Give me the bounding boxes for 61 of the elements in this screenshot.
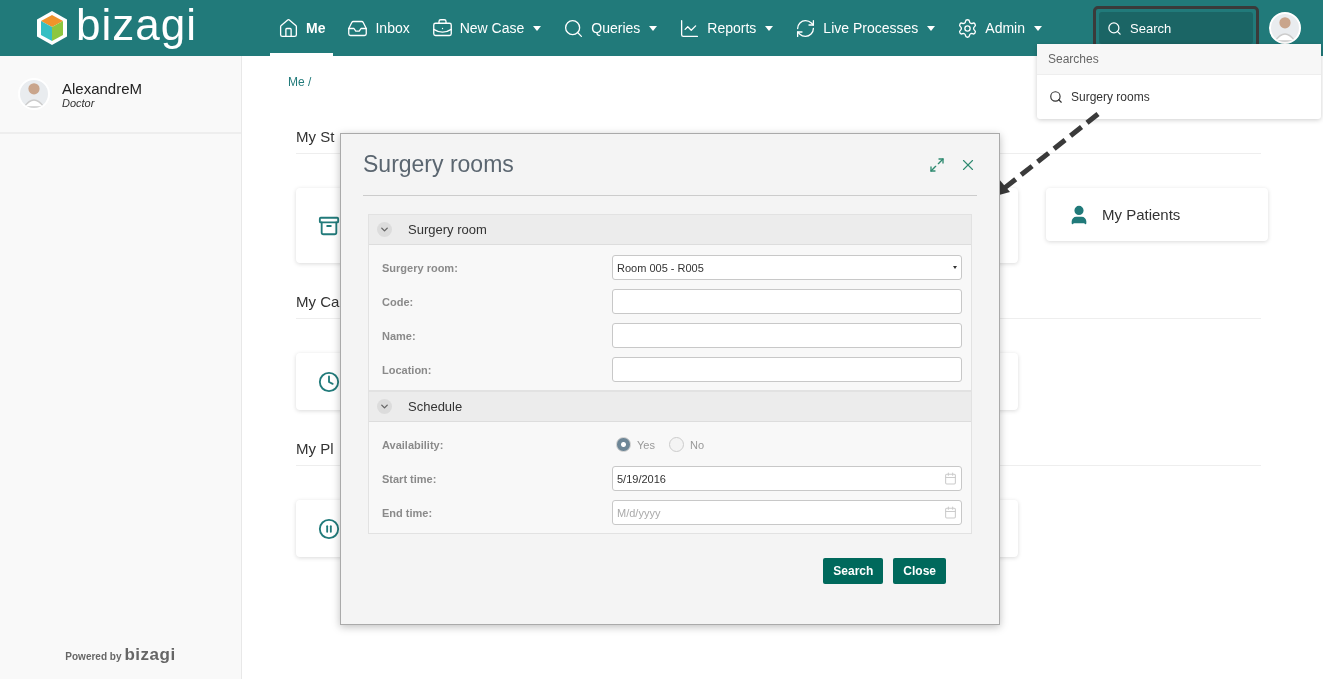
- clock-icon: [318, 370, 340, 393]
- settings-icon: [957, 17, 979, 39]
- expand-icon: [929, 156, 945, 173]
- maximize-button[interactable]: [929, 156, 945, 173]
- caret-icon: [649, 25, 658, 31]
- recent-search-item[interactable]: Surgery rooms: [1037, 75, 1321, 119]
- field-label: Surgery room:: [382, 261, 459, 274]
- group-header[interactable]: Surgery room: [369, 215, 971, 245]
- caret-icon: [1034, 25, 1042, 31]
- input-field[interactable]: [612, 357, 962, 382]
- search-icon: [1107, 20, 1122, 36]
- field-label: Location:: [382, 363, 433, 376]
- logo-text: bizagi: [76, 3, 197, 47]
- select-field[interactable]: Room 005 - R005: [612, 255, 962, 280]
- chevron-icon: [379, 401, 390, 412]
- card-label: My Patients: [1102, 206, 1181, 223]
- powered-by-text: Powered by: [65, 651, 122, 662]
- logo-hexagon-icon: [36, 10, 68, 46]
- caret-icon: [765, 25, 774, 31]
- field-label: Start time:: [382, 472, 438, 485]
- field-label: Availability:: [382, 438, 445, 451]
- search-input[interactable]: Search: [1128, 19, 1238, 37]
- user-name: AlexandreM: [62, 79, 143, 97]
- breadcrumb[interactable]: Me /: [288, 75, 312, 89]
- search-field[interactable]: Search: [1099, 12, 1253, 44]
- nav-tab[interactable]: Me: [270, 0, 334, 56]
- radio-option[interactable]: No: [668, 437, 704, 452]
- chevron-icon: [379, 224, 390, 235]
- nav-tab[interactable]: New Case: [423, 0, 550, 56]
- radio-option[interactable]: Yes: [616, 437, 655, 452]
- archive-box-icon: [318, 214, 340, 237]
- card[interactable]: My Patients: [1046, 188, 1268, 241]
- home-icon: [278, 17, 299, 39]
- dialog-button[interactable]: Close: [893, 558, 946, 584]
- field-label: End time:: [382, 506, 434, 519]
- field-label: Name:: [382, 329, 417, 342]
- field-label: Code:: [382, 295, 415, 308]
- input-field[interactable]: [612, 289, 962, 314]
- dropdown-heading: Searches: [1037, 44, 1321, 75]
- pause-icon: [318, 517, 340, 540]
- briefcase-icon: [431, 17, 453, 39]
- user-role: Doctor: [62, 96, 96, 109]
- search-icon: [1049, 90, 1063, 104]
- search-icon: [563, 17, 585, 39]
- calendar-icon: [944, 472, 957, 485]
- caret-icon: [533, 25, 542, 31]
- refresh-icon: [795, 17, 817, 39]
- nav-tab[interactable]: Inbox: [339, 0, 418, 56]
- nav-tab[interactable]: Reports: [671, 0, 782, 56]
- calendar-icon: [944, 506, 957, 519]
- chart-icon: [679, 17, 701, 39]
- brand-logo-text: bizagi: [124, 645, 176, 665]
- dialog-button[interactable]: Search: [823, 558, 884, 584]
- caret-icon: [927, 25, 936, 31]
- nav-tab[interactable]: Live Processes: [787, 0, 944, 56]
- user-avatar[interactable]: [1269, 12, 1301, 44]
- dialog-title: Surgery rooms: [363, 151, 515, 178]
- group-header[interactable]: Schedule: [369, 392, 971, 422]
- date-field[interactable]: 5/19/2016: [612, 466, 962, 491]
- input-field[interactable]: [612, 323, 962, 348]
- nav-tab[interactable]: Queries: [555, 0, 666, 56]
